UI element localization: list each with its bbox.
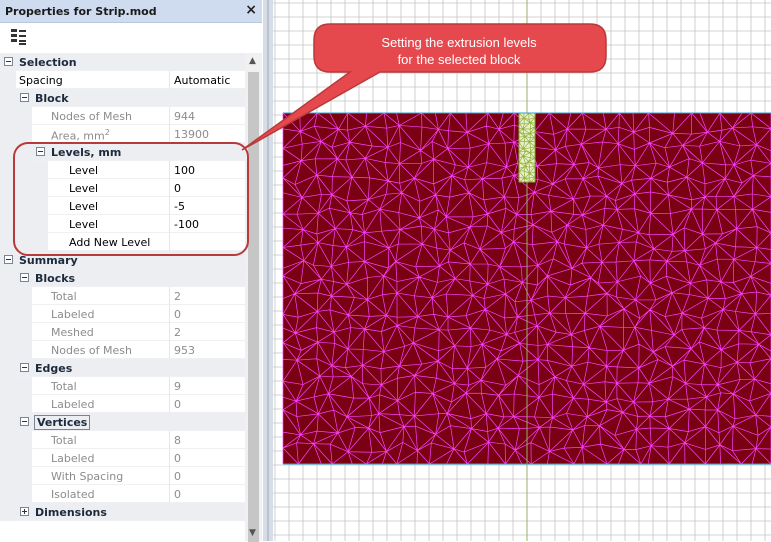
category-vertices[interactable]: Vertices — [0, 413, 245, 431]
vertical-scrollbar[interactable]: ▲ ▼ — [245, 53, 262, 542]
collapse-icon[interactable] — [20, 417, 29, 426]
property-grid: Selection Spacing Automatic Block Nodes … — [0, 53, 245, 541]
level-value[interactable]: 100 — [174, 164, 195, 177]
level-row[interactable]: Level -100 — [0, 215, 245, 233]
level-value[interactable]: -5 — [174, 200, 185, 213]
category-selection[interactable]: Selection — [0, 53, 245, 71]
level-value[interactable]: -100 — [174, 218, 199, 231]
panel-title-bar: Properties for Strip.mod × — [0, 0, 262, 23]
category-edges[interactable]: Edges — [0, 359, 245, 377]
property-blocks-nodes: Nodes of Mesh 953 — [0, 341, 245, 359]
collapse-icon[interactable] — [20, 363, 29, 372]
property-spacing[interactable]: Spacing Automatic — [0, 71, 245, 89]
collapse-icon[interactable] — [20, 93, 29, 102]
model-canvas[interactable] — [273, 0, 771, 541]
categorized-view-icon[interactable] — [11, 29, 27, 45]
properties-panel: Properties for Strip.mod × Selection Spa… — [0, 0, 262, 542]
panel-title: Properties for Strip.mod — [5, 5, 157, 18]
collapse-icon[interactable] — [36, 147, 45, 156]
property-blocks-labeled: Labeled 0 — [0, 305, 245, 323]
scroll-down-icon[interactable]: ▼ — [249, 528, 256, 538]
property-edges-labeled: Labeled 0 — [0, 395, 245, 413]
property-vertices-total: Total 8 — [0, 431, 245, 449]
scrollbar-thumb[interactable] — [248, 72, 259, 542]
add-new-level-row[interactable]: Add New Level — [0, 233, 245, 251]
scroll-up-icon[interactable]: ▲ — [249, 56, 256, 66]
property-block-area: Area, mm2 13900 — [0, 125, 245, 143]
property-edges-total: Total 9 — [0, 377, 245, 395]
category-dimensions[interactable]: Dimensions — [0, 503, 245, 521]
close-icon[interactable]: × — [245, 2, 257, 18]
spacing-value[interactable]: Automatic — [174, 74, 230, 87]
expand-icon[interactable] — [20, 507, 29, 516]
category-levels[interactable]: Levels, mm — [0, 143, 245, 161]
level-value[interactable]: 0 — [174, 182, 181, 195]
property-vertices-isolated: Isolated 0 — [0, 485, 245, 503]
property-vertices-labeled: Labeled 0 — [0, 449, 245, 467]
level-row[interactable]: Level 100 — [0, 161, 245, 179]
property-block-nodes: Nodes of Mesh 944 — [0, 107, 245, 125]
collapse-icon[interactable] — [20, 273, 29, 282]
category-blocks[interactable]: Blocks — [0, 269, 245, 287]
category-summary[interactable]: Summary — [0, 251, 245, 269]
panel-splitter[interactable] — [263, 0, 273, 541]
category-block[interactable]: Block — [0, 89, 245, 107]
property-blocks-total: Total 2 — [0, 287, 245, 305]
collapse-icon[interactable] — [4, 255, 13, 264]
property-vertices-spacing: With Spacing 0 — [0, 467, 245, 485]
level-row[interactable]: Level 0 — [0, 179, 245, 197]
level-row[interactable]: Level -5 — [0, 197, 245, 215]
panel-toolbar — [0, 23, 262, 53]
property-blocks-meshed: Meshed 2 — [0, 323, 245, 341]
callout-text: Setting the extrusion levels for the sel… — [381, 35, 537, 67]
collapse-icon[interactable] — [4, 57, 13, 66]
